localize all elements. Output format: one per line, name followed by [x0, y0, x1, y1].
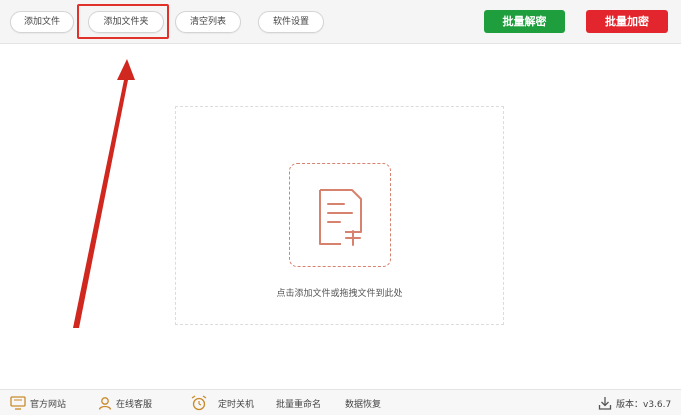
annotation-highlight-box [77, 4, 169, 39]
monitor-icon [10, 396, 26, 410]
alarm-clock-icon [191, 395, 207, 411]
batch-rename-link[interactable]: 批量重命名 [276, 390, 321, 415]
official-site-link[interactable]: 官方网站 [10, 390, 66, 415]
settings-button[interactable]: 软件设置 [258, 11, 324, 33]
user-icon [98, 397, 112, 410]
clear-list-button[interactable]: 清空列表 [175, 11, 241, 33]
scheduled-shutdown-link[interactable]: 定时关机 [190, 390, 254, 415]
data-recovery-label: 数据恢复 [345, 399, 382, 410]
version-info: 版本：v3.6.7 [598, 390, 671, 415]
batch-decrypt-button[interactable]: 批量解密 [484, 10, 565, 33]
online-service-label: 在线客服 [116, 399, 153, 410]
online-service-link[interactable]: 在线客服 [98, 390, 152, 415]
add-file-button[interactable]: 添加文件 [10, 11, 74, 33]
drop-icon-frame[interactable] [289, 163, 391, 267]
scheduled-shutdown-label: 定时关机 [218, 399, 255, 410]
batch-rename-label: 批量重命名 [276, 399, 322, 410]
download-icon [598, 397, 612, 410]
version-label: 版本：v3.6.7 [616, 399, 672, 410]
statusbar: 官方网站 在线客服 定时关机 批量重命名 数据恢复 版本：v3.6.7 [0, 389, 681, 415]
add-document-icon [319, 189, 362, 246]
official-site-label: 官方网站 [30, 399, 67, 410]
batch-encrypt-button[interactable]: 批量加密 [586, 10, 668, 33]
data-recovery-link[interactable]: 数据恢复 [345, 390, 381, 415]
drop-zone-hint: 点击添加文件或拖拽文件到此处 [276, 289, 403, 299]
